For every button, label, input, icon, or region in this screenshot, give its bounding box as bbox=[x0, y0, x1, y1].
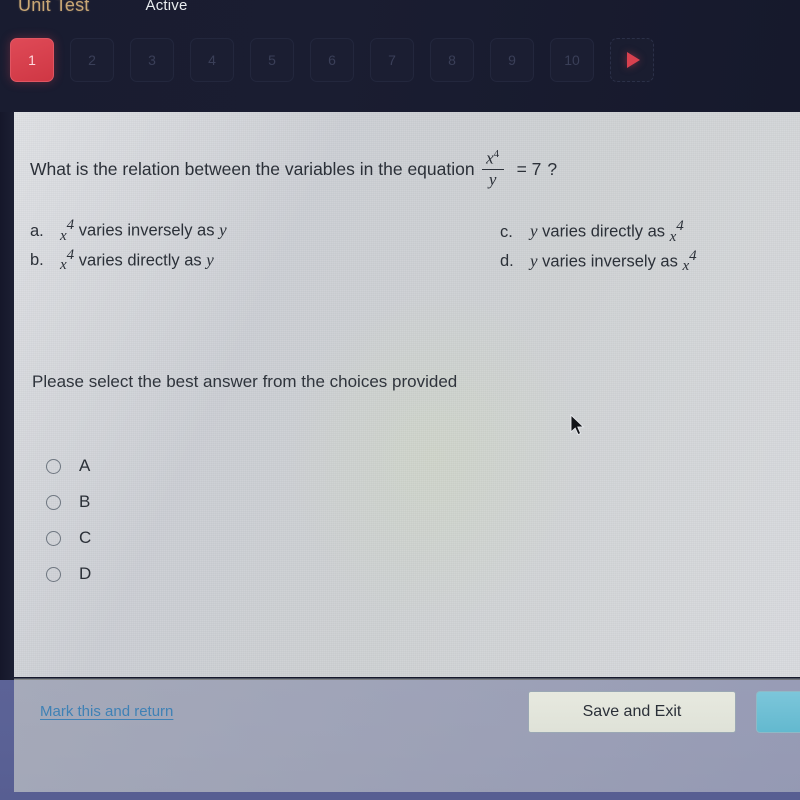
question-tab-8[interactable]: 8 bbox=[430, 38, 474, 82]
fraction-denominator: y bbox=[488, 170, 497, 189]
answer-option-label: A bbox=[79, 456, 91, 475]
question-tab-6[interactable]: 6 bbox=[310, 38, 354, 82]
answer-option-c[interactable]: C bbox=[46, 520, 91, 556]
footer-bar: Mark this and return Save and Exit bbox=[14, 679, 800, 792]
radio-button-icon[interactable] bbox=[46, 566, 61, 582]
question-tab-label: 10 bbox=[564, 52, 580, 68]
left-edge-shadow bbox=[0, 112, 14, 680]
question-tab-label: 8 bbox=[448, 52, 456, 68]
question-content-panel: What is the relation between the variabl… bbox=[14, 112, 800, 792]
choice-text: x4 varies directly as y bbox=[60, 246, 214, 274]
save-and-exit-button[interactable]: Save and Exit bbox=[528, 691, 736, 733]
choice-d: d. y varies inversely as x4 bbox=[500, 247, 800, 275]
question-tab-4[interactable]: 4 bbox=[190, 38, 234, 82]
question-prefix-text: What is the relation between the variabl… bbox=[30, 159, 475, 180]
answer-radio-group: A B C D bbox=[46, 448, 91, 592]
radio-button-icon[interactable] bbox=[46, 530, 61, 546]
page-title: Unit Test bbox=[18, 0, 90, 15]
mark-this-and-return-link[interactable]: Mark this and return bbox=[40, 703, 173, 720]
answer-option-label: D bbox=[79, 564, 92, 583]
choice-b: b. x4 varies directly as y bbox=[30, 246, 460, 274]
question-tab-label: 4 bbox=[208, 52, 216, 68]
choices-column-left: a. x4 varies inversely as y b. x4 varies… bbox=[30, 217, 460, 276]
screen: Unit Test Active 1 2 3 4 5 6 7 8 9 10 Wh… bbox=[0, 0, 800, 800]
header-titles: Unit Test Active bbox=[18, 0, 188, 18]
question-tab-1[interactable]: 1 bbox=[10, 38, 54, 82]
equation-fraction: x4 y bbox=[481, 148, 504, 189]
choice-letter: c. bbox=[500, 222, 513, 241]
question-tab-2[interactable]: 2 bbox=[70, 38, 114, 82]
test-header: Unit Test Active 1 2 3 4 5 6 7 8 9 10 bbox=[0, 0, 800, 112]
choice-a: a. x4 varies inversely as y bbox=[30, 217, 460, 244]
next-question-tab[interactable] bbox=[610, 38, 654, 82]
question-tab-label: 1 bbox=[28, 52, 36, 68]
radio-button-icon[interactable] bbox=[46, 458, 61, 474]
radio-button-icon[interactable] bbox=[46, 494, 61, 510]
question-tab-label: 2 bbox=[88, 52, 96, 68]
equation-equals: = 7 bbox=[516, 159, 542, 180]
select-answer-prompt: Please select the best answer from the c… bbox=[32, 372, 458, 391]
choices-column-right: c. y varies directly as x4 d. y varies i… bbox=[500, 218, 800, 277]
answer-option-label: B bbox=[79, 492, 91, 511]
choice-letter: a. bbox=[30, 221, 44, 240]
answer-option-a[interactable]: A bbox=[46, 448, 91, 484]
next-button[interactable] bbox=[756, 691, 800, 733]
answer-option-label: C bbox=[79, 528, 92, 547]
status-badge: Active bbox=[145, 0, 188, 14]
choice-text: x4 varies inversely as y bbox=[60, 217, 227, 244]
choice-letter: d. bbox=[500, 252, 514, 270]
choice-text: y varies directly as x4 bbox=[530, 218, 684, 245]
question-mark: ? bbox=[547, 159, 558, 180]
play-triangle-icon bbox=[627, 52, 640, 68]
answer-option-d[interactable]: D bbox=[46, 556, 91, 592]
answer-option-b[interactable]: B bbox=[46, 484, 91, 520]
question-tab-label: 9 bbox=[508, 52, 516, 68]
fraction-numerator: x4 bbox=[486, 148, 500, 168]
question-statement: What is the relation between the variabl… bbox=[30, 148, 558, 190]
question-tab-3[interactable]: 3 bbox=[130, 38, 174, 82]
choice-letter: b. bbox=[30, 251, 44, 269]
question-tab-label: 7 bbox=[388, 52, 396, 68]
question-tab-label: 3 bbox=[148, 52, 156, 68]
question-tab-label: 6 bbox=[328, 52, 336, 68]
question-tab-10[interactable]: 10 bbox=[550, 38, 594, 82]
choice-text: y varies inversely as x4 bbox=[530, 247, 697, 275]
question-tab-strip: 1 2 3 4 5 6 7 8 9 10 bbox=[10, 38, 654, 82]
question-tab-5[interactable]: 5 bbox=[250, 38, 294, 82]
question-tab-9[interactable]: 9 bbox=[490, 38, 534, 82]
question-tab-label: 5 bbox=[268, 52, 276, 68]
question-tab-7[interactable]: 7 bbox=[370, 38, 414, 82]
choice-c: c. y varies directly as x4 bbox=[500, 218, 800, 245]
